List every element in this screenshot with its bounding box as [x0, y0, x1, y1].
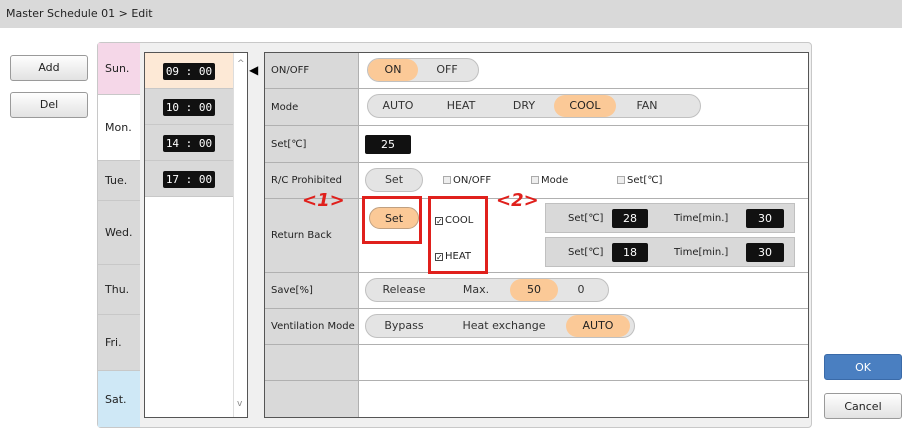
mode-fan-button[interactable]: FAN [616, 95, 678, 117]
row-label: Ventilation Mode [265, 309, 359, 344]
rc-set-checkbox[interactable]: Set[℃] [617, 175, 662, 186]
highlight-box-2 [428, 196, 488, 274]
ventilation-selector: Bypass Heat exchange AUTO [365, 314, 635, 338]
checkbox-label: Set[℃] [627, 175, 663, 186]
checkbox-icon [531, 176, 539, 184]
tab-wed[interactable]: Wed. [98, 201, 140, 265]
row-save: Save[%] Release Max. 50 0 [265, 273, 808, 309]
mode-auto-button[interactable]: AUTO [368, 95, 428, 117]
row-onoff: ON/OFF ON OFF [265, 53, 808, 89]
save-release-button[interactable]: Release [366, 279, 442, 301]
time-row[interactable]: 09 : 00 [145, 53, 233, 89]
save-max-button[interactable]: Max. [442, 279, 510, 301]
time-row[interactable]: 10 : 00 [145, 89, 233, 125]
chevron-up-icon[interactable]: ^ [237, 59, 245, 69]
time-value: 10 : 00 [163, 99, 215, 116]
row-label: Set[℃] [265, 126, 359, 162]
highlight-box-1 [362, 196, 422, 244]
time-value: 17 : 00 [163, 171, 215, 188]
set-temp-label: Set[℃] [568, 247, 604, 258]
time-list: 09 : 00 10 : 00 14 : 00 17 : 00 ^ v [144, 52, 248, 418]
tab-label: Mon. [105, 121, 132, 134]
checkbox-label: ON/OFF [453, 175, 492, 186]
row-set-temp: Set[℃] 25 [265, 126, 808, 163]
tab-thu[interactable]: Thu. [98, 265, 140, 315]
mode-heat-button[interactable]: HEAT [428, 95, 494, 117]
row-label [265, 345, 359, 380]
time-row[interactable]: 14 : 00 [145, 125, 233, 161]
time-value: 09 : 00 [163, 63, 215, 80]
row-label [265, 381, 359, 417]
set-temp-value[interactable]: 25 [365, 135, 411, 154]
tab-label: Fri. [105, 336, 122, 349]
row-label: ON/OFF [265, 53, 359, 88]
tab-mon[interactable]: Mon. [98, 95, 140, 161]
row-empty [265, 345, 808, 381]
tab-fri[interactable]: Fri. [98, 315, 140, 371]
save-selector: Release Max. 50 0 [365, 278, 609, 302]
cool-return-settings: Set[℃] 28 Time[min.] 30 [545, 203, 795, 233]
rc-onoff-checkbox[interactable]: ON/OFF [443, 175, 491, 186]
tab-sat[interactable]: Sat. [98, 371, 140, 427]
tab-label: Thu. [105, 283, 130, 296]
heat-time-value[interactable]: 30 [746, 243, 784, 262]
annotation-2: <2> [496, 190, 539, 211]
save-50-button[interactable]: 50 [510, 279, 558, 301]
rc-mode-checkbox[interactable]: Mode [531, 175, 568, 186]
breadcrumb: Master Schedule 01 > Edit [0, 0, 902, 28]
time-label: Time[min.] [674, 213, 729, 224]
row-label: Save[%] [265, 273, 359, 308]
off-button[interactable]: OFF [418, 59, 476, 81]
tab-label: Wed. [105, 226, 133, 239]
settings-grid: ON/OFF ON OFF Mode AUTO HEAT DRY COOL FA… [264, 52, 809, 418]
add-button[interactable]: Add [10, 55, 88, 81]
scrollbar[interactable]: ^ v [233, 53, 247, 417]
vent-bypass-button[interactable]: Bypass [366, 315, 442, 337]
rc-set-label: Set [384, 173, 404, 186]
save-0-button[interactable]: 0 [558, 279, 604, 301]
checkbox-label: Mode [541, 175, 569, 186]
rc-set-button[interactable]: Set [365, 168, 423, 192]
onoff-toggle: ON OFF [367, 58, 479, 82]
time-label: Time[min.] [674, 247, 729, 258]
tab-label: Sat. [105, 392, 127, 406]
tab-label: Sun. [105, 62, 130, 75]
mode-selector: AUTO HEAT DRY COOL FAN [367, 94, 701, 118]
checkbox-icon [443, 176, 451, 184]
row-mode: Mode AUTO HEAT DRY COOL FAN [265, 89, 808, 126]
cancel-button[interactable]: Cancel [824, 393, 902, 419]
checkbox-icon [617, 176, 625, 184]
vent-auto-button[interactable]: AUTO [566, 315, 630, 337]
heat-set-value[interactable]: 18 [612, 243, 648, 262]
tab-tue[interactable]: Tue. [98, 161, 140, 201]
tab-sun[interactable]: Sun. [98, 43, 140, 95]
time-value: 14 : 00 [163, 135, 215, 152]
mode-dry-button[interactable]: DRY [494, 95, 554, 117]
row-empty [265, 381, 808, 417]
chevron-down-icon[interactable]: v [237, 399, 242, 409]
selected-arrow-icon: ◀ [249, 63, 259, 77]
cool-time-value[interactable]: 30 [746, 209, 784, 228]
row-label: Mode [265, 89, 359, 125]
ok-button[interactable]: OK [824, 354, 902, 380]
annotation-1: <1> [302, 190, 345, 211]
heat-return-settings: Set[℃] 18 Time[min.] 30 [545, 237, 795, 267]
vent-heat-exchange-button[interactable]: Heat exchange [442, 315, 566, 337]
time-row[interactable]: 17 : 00 [145, 161, 233, 197]
set-temp-label: Set[℃] [568, 213, 604, 224]
tab-label: Tue. [105, 174, 128, 187]
cool-set-value[interactable]: 28 [612, 209, 648, 228]
del-button[interactable]: Del [10, 92, 88, 118]
on-button[interactable]: ON [368, 59, 418, 81]
row-ventilation: Ventilation Mode Bypass Heat exchange AU… [265, 309, 808, 345]
mode-cool-button[interactable]: COOL [554, 95, 616, 117]
